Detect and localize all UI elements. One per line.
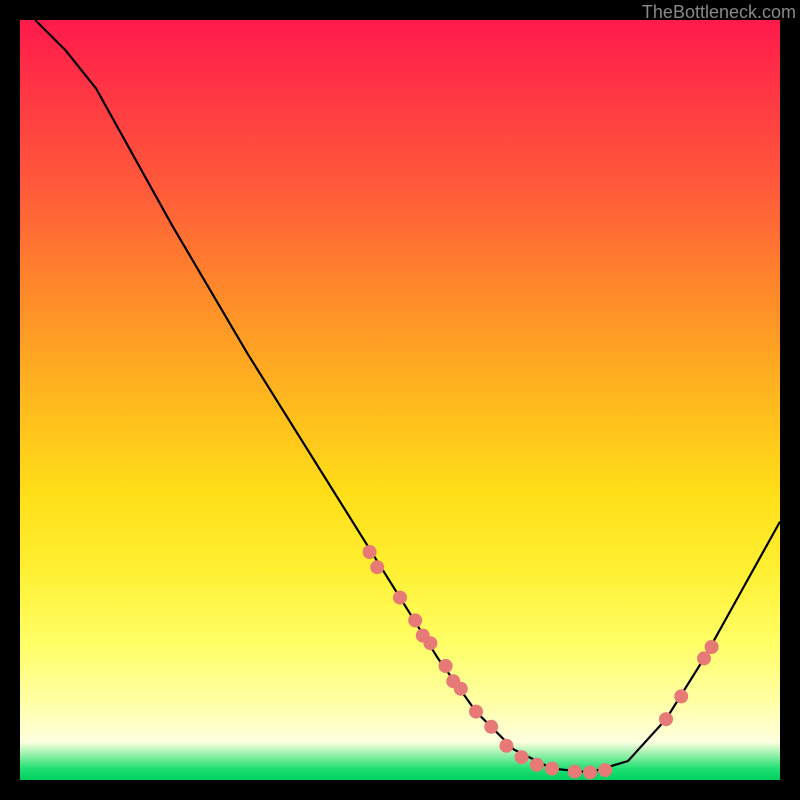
data-point (697, 651, 711, 665)
data-point (484, 720, 498, 734)
bottleneck-curve (35, 20, 780, 772)
curve-path (35, 20, 780, 772)
data-point (515, 750, 529, 764)
chart-frame: TheBottleneck.com (0, 0, 800, 800)
data-point (583, 765, 597, 779)
data-point (530, 758, 544, 772)
data-point (454, 682, 468, 696)
data-point (545, 762, 559, 776)
data-point (568, 765, 582, 779)
data-point (363, 545, 377, 559)
data-point (674, 689, 688, 703)
data-point (423, 636, 437, 650)
data-point (499, 739, 513, 753)
data-point (705, 640, 719, 654)
data-point (439, 659, 453, 673)
data-point (370, 560, 384, 574)
data-point (598, 763, 612, 777)
data-points (363, 545, 719, 779)
data-point (469, 705, 483, 719)
data-point (393, 591, 407, 605)
data-point (408, 613, 422, 627)
chart-overlay (0, 0, 800, 800)
data-point (659, 712, 673, 726)
